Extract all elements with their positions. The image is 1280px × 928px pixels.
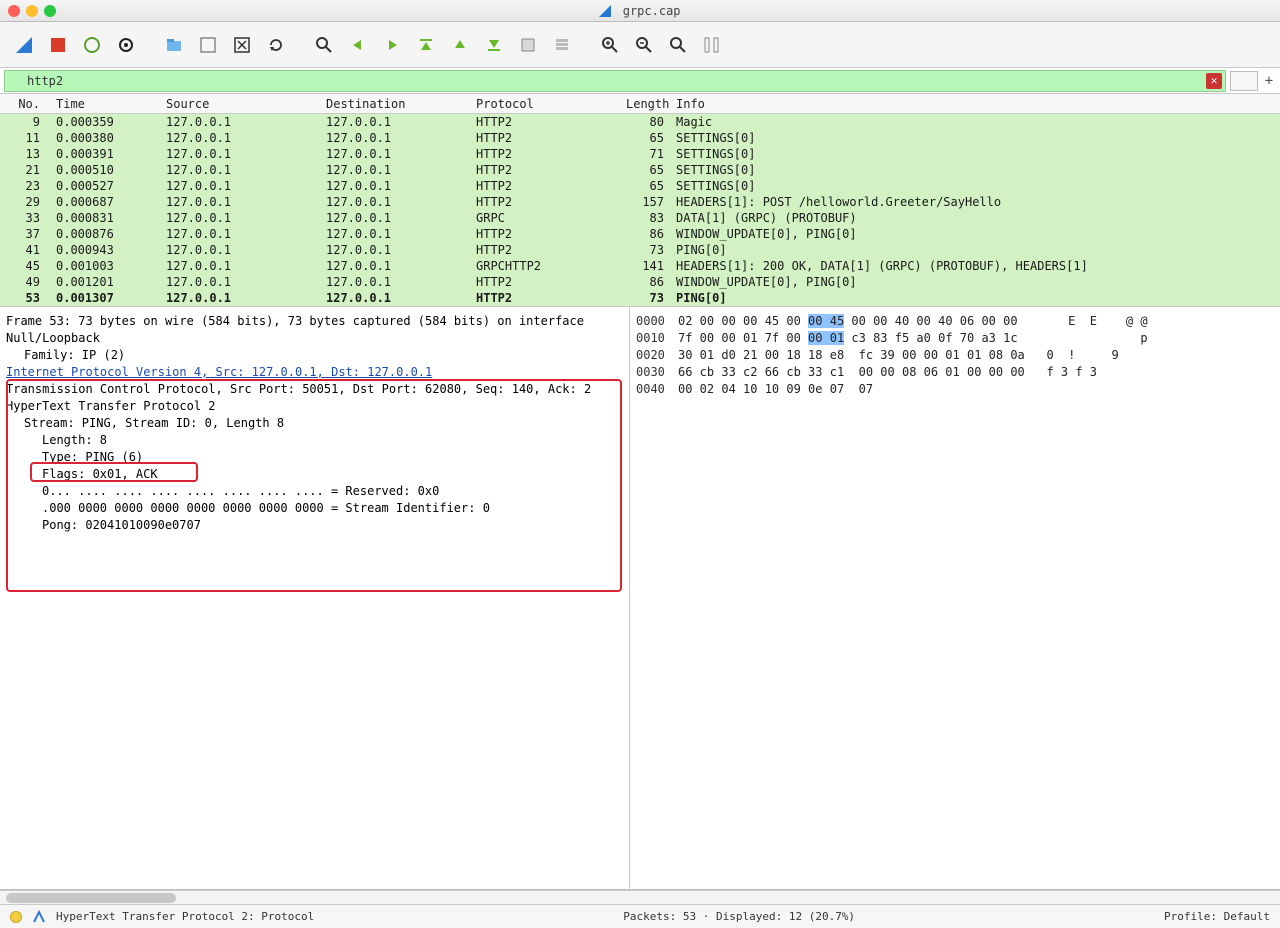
capture-file-icon <box>32 910 46 924</box>
detail-reserved-line: 0... .... .... .... .... .... .... .... … <box>6 483 623 500</box>
col-time[interactable]: Time <box>50 96 160 112</box>
goto-packet-button[interactable] <box>446 31 474 59</box>
scrollbar-thumb[interactable] <box>6 893 176 903</box>
col-protocol[interactable]: Protocol <box>470 96 620 112</box>
col-source[interactable]: Source <box>160 96 320 112</box>
hex-row[interactable]: 002030 01 d0 21 00 18 18 e8 fc 39 00 00 … <box>636 347 1274 364</box>
titlebar: grpc.cap <box>0 0 1280 22</box>
packet-row[interactable]: 110.000380127.0.0.1127.0.0.1HTTP265SETTI… <box>0 130 1280 146</box>
detail-tcp-line[interactable]: Transmission Control Protocol, Src Port:… <box>6 381 623 398</box>
middle-panes: Frame 53: 73 bytes on wire (584 bits), 7… <box>0 307 1280 890</box>
packet-row[interactable]: 530.001307127.0.0.1127.0.0.1HTTP273PING[… <box>0 290 1280 306</box>
packet-row[interactable]: 330.000831127.0.0.1127.0.0.1GRPC83DATA[1… <box>0 210 1280 226</box>
packet-list-header: No. Time Source Destination Protocol Len… <box>0 94 1280 114</box>
packet-row[interactable]: 90.000359127.0.0.1127.0.0.1HTTP280Magic <box>0 114 1280 130</box>
hex-row[interactable]: 000002 00 00 00 45 00 00 45 00 00 40 00 … <box>636 313 1274 330</box>
detail-flags-line[interactable]: Flags: 0x01, ACK <box>6 466 623 483</box>
col-destination[interactable]: Destination <box>320 96 470 112</box>
restart-capture-button[interactable] <box>78 31 106 59</box>
detail-line: Family: IP (2) <box>6 347 623 364</box>
packet-row[interactable]: 130.000391127.0.0.1127.0.0.1HTTP271SETTI… <box>0 146 1280 162</box>
reload-button[interactable] <box>262 31 290 59</box>
packet-row[interactable]: 370.000876127.0.0.1127.0.0.1HTTP286WINDO… <box>0 226 1280 242</box>
col-length[interactable]: Length <box>620 96 670 112</box>
col-info[interactable]: Info <box>670 96 1280 112</box>
clear-filter-button[interactable]: ✕ <box>1206 73 1222 89</box>
detail-type-line: Type: PING (6) <box>6 449 623 466</box>
packet-row[interactable]: 230.000527127.0.0.1127.0.0.1HTTP265SETTI… <box>0 178 1280 194</box>
filter-expression-button[interactable] <box>1230 71 1258 91</box>
detail-sid-line: .000 0000 0000 0000 0000 0000 0000 0000 … <box>6 500 623 517</box>
hex-row[interactable]: 00107f 00 00 01 7f 00 00 01 c3 83 f5 a0 … <box>636 330 1274 347</box>
save-file-button[interactable] <box>194 31 222 59</box>
packet-bytes-pane[interactable]: 000002 00 00 00 45 00 00 45 00 00 40 00 … <box>630 307 1280 889</box>
main-toolbar <box>0 22 1280 68</box>
horizontal-scrollbar[interactable] <box>0 890 1280 904</box>
hex-row[interactable]: 004000 02 04 10 10 09 0e 07 07 <box>636 381 1274 398</box>
go-forward-button[interactable] <box>378 31 406 59</box>
shark-fin-icon[interactable] <box>10 31 38 59</box>
colorize-button[interactable] <box>548 31 576 59</box>
go-back-button[interactable] <box>344 31 372 59</box>
status-profile[interactable]: Profile: Default <box>1164 910 1270 923</box>
packet-row[interactable]: 450.001003127.0.0.1127.0.0.1GRPCHTTP2141… <box>0 258 1280 274</box>
packet-row[interactable]: 410.000943127.0.0.1127.0.0.1HTTP273PING[… <box>0 242 1280 258</box>
detail-stream-line[interactable]: Stream: PING, Stream ID: 0, Length 8 <box>6 415 623 432</box>
zoom-in-button[interactable] <box>596 31 624 59</box>
zoom-reset-button[interactable] <box>664 31 692 59</box>
filter-add-button[interactable]: + <box>1262 73 1276 89</box>
status-bar: HyperText Transfer Protocol 2: Protocol … <box>0 904 1280 928</box>
detail-length-line: Length: 8 <box>6 432 623 449</box>
status-packets: Packets: 53 · Displayed: 12 (20.7%) <box>623 910 855 923</box>
packet-row[interactable]: 490.001201127.0.0.1127.0.0.1HTTP286WINDO… <box>0 274 1280 290</box>
packet-row[interactable]: 210.000510127.0.0.1127.0.0.1HTTP265SETTI… <box>0 162 1280 178</box>
status-left: HyperText Transfer Protocol 2: Protocol <box>56 910 314 923</box>
col-no[interactable]: No. <box>0 96 50 112</box>
filter-bar: ✕ + <box>0 68 1280 94</box>
detail-pong-line: Pong: 02041010090e0707 <box>6 517 623 534</box>
close-file-button[interactable] <box>228 31 256 59</box>
hex-row[interactable]: 003066 cb 33 c2 66 cb 33 c1 00 00 08 06 … <box>636 364 1274 381</box>
goto-bottom-button[interactable] <box>480 31 508 59</box>
window-title: grpc.cap <box>0 4 1280 18</box>
zoom-out-button[interactable] <box>630 31 658 59</box>
packet-list: No. Time Source Destination Protocol Len… <box>0 94 1280 307</box>
packet-row[interactable]: 290.000687127.0.0.1127.0.0.1HTTP2157HEAD… <box>0 194 1280 210</box>
resize-columns-button[interactable] <box>698 31 726 59</box>
detail-ip-link[interactable]: Internet Protocol Version 4, Src: 127.0.… <box>6 364 623 381</box>
detail-http2-line[interactable]: HyperText Transfer Protocol 2 <box>6 398 623 415</box>
display-filter-input[interactable] <box>4 70 1226 92</box>
stop-capture-button[interactable] <box>44 31 72 59</box>
expert-info-icon[interactable] <box>10 911 22 923</box>
packet-details-pane[interactable]: Frame 53: 73 bytes on wire (584 bits), 7… <box>0 307 630 889</box>
goto-top-button[interactable] <box>412 31 440 59</box>
autoscroll-button[interactable] <box>514 31 542 59</box>
capture-options-button[interactable] <box>112 31 140 59</box>
detail-line: Null/Loopback <box>6 330 623 347</box>
find-packet-button[interactable] <box>310 31 338 59</box>
open-file-button[interactable] <box>160 31 188 59</box>
detail-line: Frame 53: 73 bytes on wire (584 bits), 7… <box>6 313 623 330</box>
